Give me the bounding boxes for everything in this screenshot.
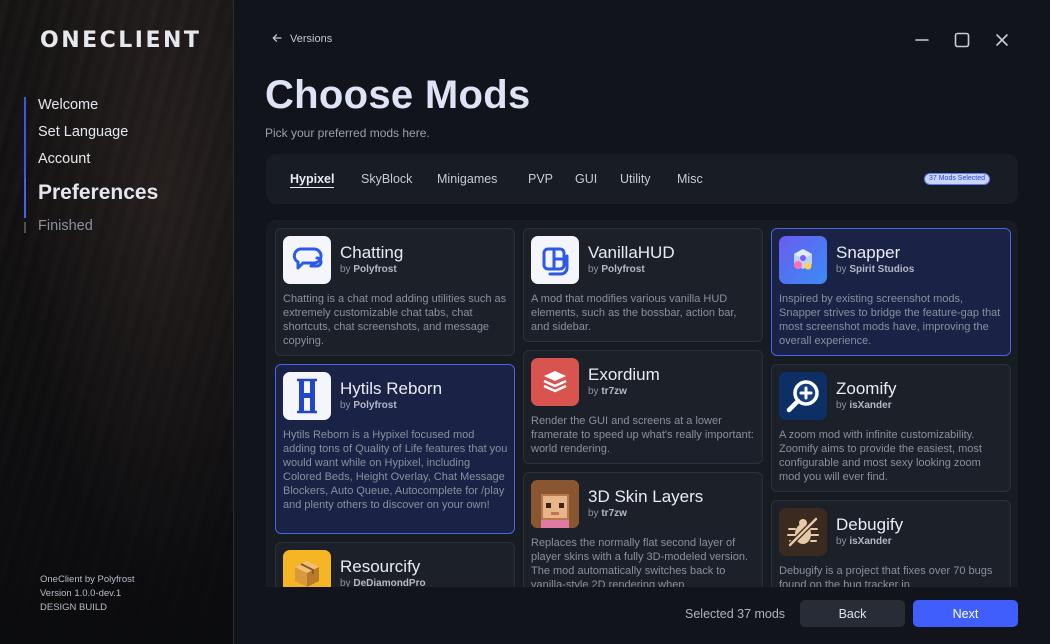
step-indicator <box>24 124 26 151</box>
zoomify-icon <box>779 372 827 420</box>
mod-description: A zoom mod with infinite customizability… <box>779 429 982 483</box>
tab-minigames[interactable]: Minigames <box>437 172 497 186</box>
setup-steps: Welcome Set Language Account Preferences… <box>24 97 158 245</box>
tab-utility[interactable]: Utility <box>620 172 651 186</box>
step-indicator <box>24 178 26 218</box>
title-bar: Versions <box>234 0 1050 80</box>
step-indicator <box>24 97 26 124</box>
version-number: Version 1.0.0-dev.1 <box>40 588 122 599</box>
mod-author: by tr7zw <box>588 386 627 397</box>
selected-mods-count: Selected 37 mods <box>685 607 786 621</box>
footer-actions: Selected 37 mods Back Next <box>234 590 1050 644</box>
step-label: Finished <box>38 218 93 234</box>
mod-name: Exordium <box>588 365 660 384</box>
mod-description: Hytils Reborn is a Hypixel focused mod a… <box>283 429 508 511</box>
vanillahud-icon <box>531 236 579 284</box>
mod-author: by Spirit Studios <box>836 264 915 275</box>
mod-card-snapper[interactable]: Snapper by Spirit Studios Inspired by ex… <box>771 228 1011 356</box>
mods-grid: Chatting by Polyfrost Chatting is a chat… <box>266 220 1018 587</box>
back-to-versions-link[interactable]: Versions <box>272 32 332 46</box>
mod-card-debugify[interactable]: Debugify by isXander Debugify is a proje… <box>771 500 1011 587</box>
minimize-icon <box>915 39 929 41</box>
mod-card-zoomify[interactable]: Zoomify by isXander A zoom mod with infi… <box>771 364 1011 492</box>
app-logo: ONECLIENT <box>40 28 202 53</box>
chatting-icon <box>283 236 331 284</box>
exordium-icon <box>531 358 579 406</box>
mod-name: Chatting <box>340 243 404 262</box>
mod-name: 3D Skin Layers <box>588 487 704 506</box>
mod-author: by isXander <box>836 400 892 411</box>
mod-name: Zoomify <box>836 379 897 398</box>
resourcify-icon <box>283 550 331 587</box>
skin-layers-icon <box>531 480 579 528</box>
back-button[interactable]: Back <box>800 600 905 627</box>
mod-description: Debugify is a project that fixes over 70… <box>779 565 993 587</box>
mod-name: VanillaHUD <box>588 243 675 262</box>
page-title: Choose Mods <box>265 73 531 117</box>
mod-description: Inspired by existing screenshot mods, Sn… <box>779 293 1001 347</box>
build-type: DESIGN BUILD <box>40 602 108 613</box>
mod-name: Hytils Reborn <box>340 379 443 398</box>
tab-pvp[interactable]: PVP <box>528 172 553 186</box>
mod-description: A mod that modifies various vanilla HUD … <box>531 293 737 333</box>
arrow-left-icon <box>272 32 282 46</box>
mod-card-exordium[interactable]: Exordium by tr7zw Render the GUI and scr… <box>523 350 763 464</box>
step-label: Set Language <box>38 124 129 140</box>
mod-card-hytils-reborn[interactable]: Hytils Reborn by Polyfrost Hytils Reborn… <box>275 364 515 534</box>
step-indicator <box>24 151 26 178</box>
mod-author: by tr7zw <box>588 508 627 519</box>
mod-name: Resourcify <box>340 557 421 576</box>
next-button[interactable]: Next <box>913 600 1018 627</box>
tab-skyblock[interactable]: SkyBlock <box>361 172 412 186</box>
maximize-icon <box>954 32 970 48</box>
category-tabs: Hypixel SkyBlock Minigames PVP GUI Utili… <box>266 154 1018 204</box>
mod-description: Replaces the normally flat second layer … <box>531 537 749 587</box>
tab-hypixel[interactable]: Hypixel <box>290 172 335 188</box>
step-set-language[interactable]: Set Language <box>24 124 158 151</box>
step-welcome[interactable]: Welcome <box>24 97 158 124</box>
step-account[interactable]: Account <box>24 151 158 178</box>
mod-author: by DeDiamondPro <box>340 578 426 587</box>
main-panel: Versions Choose Mods Pick your preferred… <box>234 0 1050 644</box>
version-credit: OneClient by Polyfrost <box>40 574 135 585</box>
step-label: Welcome <box>38 97 99 113</box>
mod-author: by Polyfrost <box>340 400 397 411</box>
sidebar: ONECLIENT Welcome Set Language Account P… <box>0 0 234 644</box>
app-window: ONECLIENT Welcome Set Language Account P… <box>0 0 1050 644</box>
mod-name: Snapper <box>836 243 901 262</box>
step-finished: Finished <box>24 218 158 245</box>
mod-author: by Polyfrost <box>340 264 397 275</box>
mod-author: by Polyfrost <box>588 264 645 275</box>
back-link-label: Versions <box>290 33 333 45</box>
tab-gui[interactable]: GUI <box>575 172 597 186</box>
maximize-button[interactable] <box>952 30 972 50</box>
hytils-icon <box>283 372 331 420</box>
step-label: Account <box>38 151 91 167</box>
minimize-button[interactable] <box>912 30 932 50</box>
mod-author: by isXander <box>836 536 892 547</box>
mod-card-chatting[interactable]: Chatting by Polyfrost Chatting is a chat… <box>275 228 515 356</box>
step-indicator <box>24 222 26 233</box>
mod-description: Render the GUI and screens at a lower fr… <box>531 415 754 455</box>
version-info: OneClient by Polyfrost Version 1.0.0-dev… <box>40 573 135 615</box>
mod-description: Chatting is a chat mod adding utilities … <box>283 293 507 347</box>
close-icon <box>996 34 1008 46</box>
mods-selected-badge: 37 Mods Selected <box>924 173 991 185</box>
debugify-icon <box>779 508 827 556</box>
tab-misc[interactable]: Misc <box>677 172 703 186</box>
mod-card-3d-skin-layers[interactable]: 3D Skin Layers by tr7zw Replaces the nor… <box>523 472 763 587</box>
step-preferences[interactable]: Preferences <box>24 178 158 218</box>
close-button[interactable] <box>992 30 1012 50</box>
mod-card-resourcify[interactable]: Resourcify by DeDiamondPro <box>275 542 515 587</box>
step-label: Preferences <box>38 181 159 204</box>
page-subtitle: Pick your preferred mods here. <box>265 126 430 140</box>
snapper-icon <box>779 236 827 284</box>
mod-name: Debugify <box>836 515 904 534</box>
mod-card-vanillahud[interactable]: VanillaHUD by Polyfrost A mod that modif… <box>523 228 763 342</box>
